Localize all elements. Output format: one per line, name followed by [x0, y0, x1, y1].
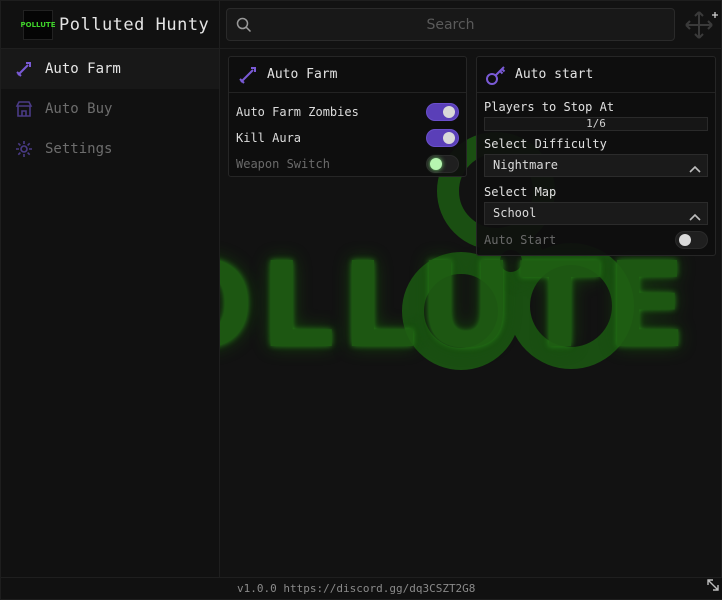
sidebar-item-settings[interactable]: Settings — [1, 129, 219, 169]
footer: v1.0.0 https://discord.gg/dq3CSZT2G8 — [1, 577, 722, 599]
sidebar-item-label: Settings — [45, 141, 113, 157]
app-logo: POLLUTE — [21, 9, 56, 40]
search-input[interactable] — [227, 9, 674, 40]
app-window: POLLUTE POLLUTE Polluted Hunty Auto Farm… — [0, 0, 722, 600]
toggle-label: Kill Aura — [236, 131, 302, 145]
weapon-switch-toggle[interactable] — [426, 155, 459, 173]
panel-title: Auto start — [515, 67, 594, 82]
kill-aura-row: Kill Aura — [229, 125, 466, 151]
auto-farm-zombies-toggle[interactable] — [426, 103, 459, 121]
move-icon[interactable] — [685, 10, 719, 44]
sidebar-item-auto-buy[interactable]: Auto Buy — [1, 89, 219, 129]
search-bar — [226, 8, 675, 41]
sidebar-item-label: Auto Buy — [45, 101, 113, 117]
toggle-label: Auto Start — [484, 233, 557, 247]
difficulty-value: Nightmare — [493, 158, 559, 172]
toggle-knob — [679, 234, 691, 246]
sidebar: POLLUTE Polluted Hunty Auto Farm Auto Bu… — [1, 1, 220, 579]
weapon-switch-row: Weapon Switch — [229, 151, 466, 177]
auto-start-header: Auto start — [477, 57, 715, 93]
sword-icon — [15, 60, 33, 78]
chevron-up-icon — [689, 160, 701, 181]
map-label: Select Map — [484, 185, 557, 199]
sidebar-item-label: Auto Farm — [45, 61, 121, 77]
toggle-knob — [443, 132, 455, 144]
toggle-knob — [443, 106, 455, 118]
auto-start-panel: Auto start Players to Stop At 1/6 Select… — [476, 56, 716, 256]
auto-farm-panel: Auto Farm Auto Farm Zombies Kill Aura We… — [228, 56, 467, 177]
toggle-knob — [430, 158, 442, 170]
players-label: Players to Stop At — [484, 100, 615, 114]
brand: POLLUTE Polluted Hunty — [1, 1, 219, 49]
map-value: School — [493, 206, 537, 220]
gear-icon — [15, 140, 33, 158]
auto-farm-header: Auto Farm — [229, 57, 466, 93]
difficulty-label: Select Difficulty — [484, 137, 607, 151]
auto-farm-zombies-row: Auto Farm Zombies — [229, 99, 466, 125]
version-label: v1.0.0 — [237, 582, 277, 595]
auto-start-toggle[interactable] — [675, 231, 708, 249]
sidebar-item-auto-farm[interactable]: Auto Farm — [1, 49, 219, 89]
players-slider[interactable]: 1/6 — [484, 117, 708, 131]
resize-icon[interactable] — [707, 576, 719, 595]
footer-text: v1.0.0 https://discord.gg/dq3CSZT2G8 — [237, 582, 475, 595]
sword-icon — [237, 64, 259, 86]
difficulty-select[interactable]: Nightmare — [484, 154, 708, 177]
top-separator — [220, 48, 721, 49]
map-select[interactable]: School — [484, 202, 708, 225]
key-icon — [485, 64, 507, 86]
toggle-label: Auto Farm Zombies — [236, 105, 359, 119]
kill-aura-toggle[interactable] — [426, 129, 459, 147]
auto-start-row: Auto Start — [477, 227, 715, 253]
discord-link[interactable]: https://discord.gg/dq3CSZT2G8 — [283, 582, 475, 595]
panel-title: Auto Farm — [267, 67, 338, 82]
toggle-label: Weapon Switch — [236, 157, 330, 171]
chevron-up-icon — [689, 208, 701, 229]
app-title: Polluted Hunty — [59, 14, 210, 35]
shop-icon — [15, 100, 33, 118]
